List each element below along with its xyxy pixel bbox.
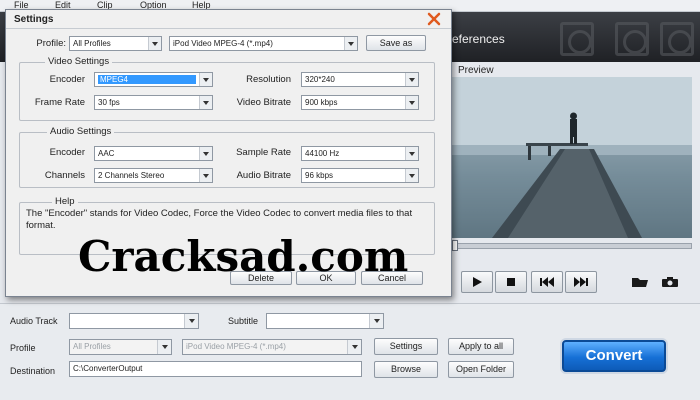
audio-encoder-select[interactable]: AAC (94, 146, 213, 161)
chevron-down-icon (148, 37, 161, 50)
folder-icon (632, 278, 648, 287)
open-snapshot-folder-button[interactable] (626, 271, 654, 293)
profile-label: Profile (10, 343, 36, 353)
channels-label: Channels (44, 170, 85, 181)
video-encoder-label: Encoder (49, 74, 85, 85)
film-reel-icon (560, 22, 594, 56)
resolution-select[interactable]: 320*240 (301, 72, 419, 87)
play-button[interactable] (461, 271, 493, 293)
skip-forward-icon (574, 277, 588, 287)
video-settings-title: Video Settings (45, 56, 113, 67)
chevron-down-icon (405, 96, 418, 109)
video-bitrate-select[interactable]: 900 kbps (301, 95, 419, 110)
seek-bar[interactable] (452, 243, 692, 249)
play-icon (473, 277, 482, 287)
seek-thumb[interactable] (452, 240, 458, 251)
subtitle-select[interactable] (266, 313, 384, 329)
preview-title: Preview (458, 65, 494, 76)
profile-category-select[interactable]: All Profiles (69, 339, 172, 355)
stop-button[interactable] (495, 271, 527, 293)
chevron-down-icon (344, 37, 357, 50)
sample-rate-select[interactable]: 44100 Hz (301, 146, 419, 161)
audio-track-select[interactable] (69, 313, 199, 329)
audio-encoder-label: Encoder (49, 147, 85, 158)
chevron-down-icon (199, 147, 212, 160)
chevron-down-icon (199, 169, 212, 182)
next-button[interactable] (565, 271, 597, 293)
sample-rate-label: Sample Rate (236, 147, 291, 158)
dialog-profile-label: Profile: (36, 38, 66, 49)
destination-label: Destination (10, 366, 56, 376)
frame-rate-label: Frame Rate (34, 97, 85, 108)
preview-image (452, 77, 692, 238)
profile-select[interactable]: iPod Video MPEG-4 (*.mp4) (182, 339, 362, 355)
camera-icon (662, 277, 678, 287)
chevron-down-icon (369, 314, 383, 328)
apply-to-all-button[interactable]: Apply to all (448, 338, 514, 355)
chevron-down-icon (184, 314, 198, 328)
stop-icon (507, 278, 515, 286)
chevron-down-icon (157, 340, 171, 354)
film-reel-icon (660, 22, 694, 56)
close-icon[interactable] (426, 12, 442, 26)
help-text: The "Encoder" stands for Video Codec, Fo… (26, 208, 413, 231)
audio-settings-title: Audio Settings (47, 126, 115, 137)
open-folder-button[interactable]: Open Folder (448, 361, 514, 378)
chevron-down-icon (347, 340, 361, 354)
dialog-title-bar: Settings (6, 10, 451, 29)
audio-bitrate-select[interactable]: 96 kbps (301, 168, 419, 183)
video-encoder-select[interactable]: MPEG4 (94, 72, 213, 87)
browse-button[interactable]: Browse (374, 361, 438, 378)
subtitle-label: Subtitle (228, 316, 259, 326)
channels-select[interactable]: 2 Channels Stereo (94, 168, 213, 183)
settings-button[interactable]: Settings (374, 338, 438, 355)
film-reel-icon (615, 22, 649, 56)
video-settings-group (19, 62, 435, 121)
resolution-label: Resolution (246, 74, 291, 85)
chevron-down-icon (405, 169, 418, 182)
snapshot-button[interactable] (656, 271, 684, 293)
video-bitrate-label: Video Bitrate (236, 97, 291, 108)
dialog-profile-select[interactable]: iPod Video MPEG-4 (*.mp4) (169, 36, 358, 51)
chevron-down-icon (405, 147, 418, 160)
chevron-down-icon (199, 96, 212, 109)
watermark-text: Cracksad.com (78, 232, 409, 281)
audio-bitrate-label: Audio Bitrate (236, 170, 291, 181)
convert-button[interactable]: Convert (562, 340, 666, 372)
save-as-button[interactable]: Save as (366, 35, 426, 51)
dialog-title: Settings (14, 14, 54, 25)
skip-back-icon (540, 277, 554, 287)
dialog-profile-category-select[interactable]: All Profiles (69, 36, 162, 51)
preferences-button[interactable]: eferences (452, 32, 505, 46)
chevron-down-icon (405, 73, 418, 86)
help-title: Help (52, 196, 78, 207)
frame-rate-select[interactable]: 30 fps (94, 95, 213, 110)
chevron-down-icon (199, 73, 212, 86)
previous-button[interactable] (531, 271, 563, 293)
preview-video (452, 77, 692, 238)
audio-track-label: Audio Track (10, 316, 58, 326)
destination-input[interactable]: C:\ConverterOutput (69, 361, 362, 377)
